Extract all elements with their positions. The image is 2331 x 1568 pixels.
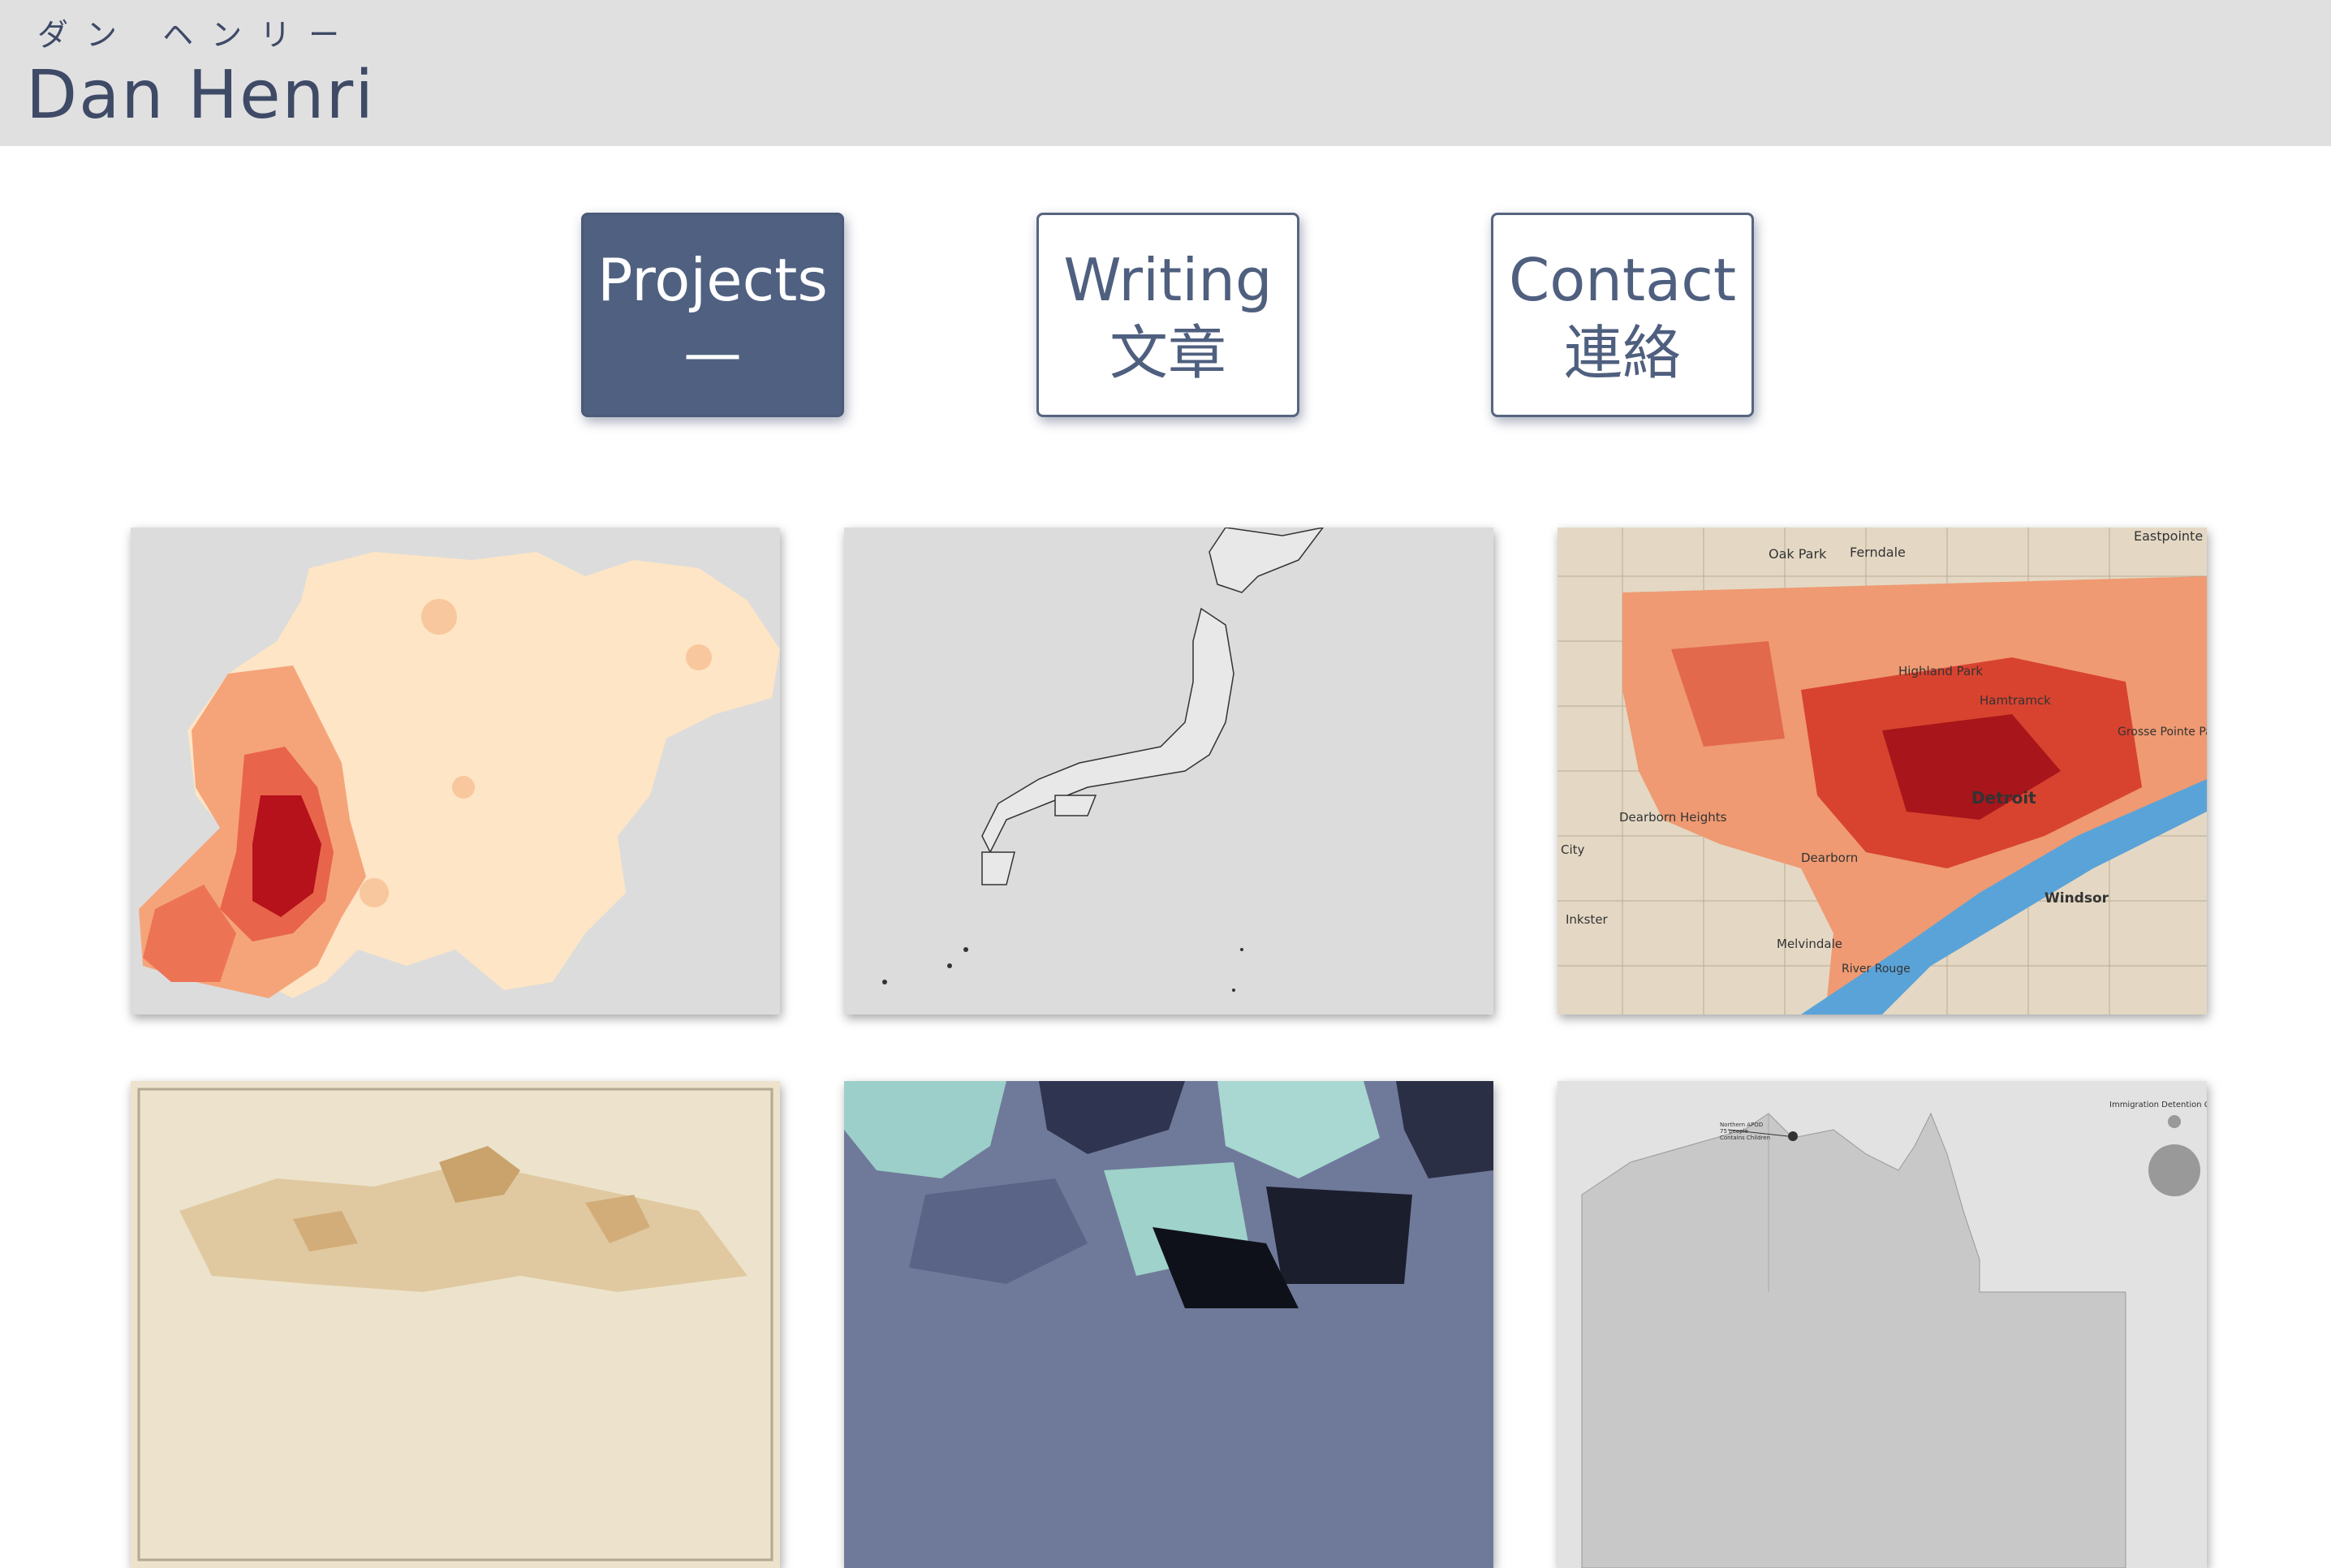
project-card-detroit-map[interactable]: Oak Park Ferndale Eastpointe Highland Pa… — [1558, 528, 2207, 1014]
nav-writing-sublabel: 文章 — [1109, 319, 1226, 387]
site-name-furigana: ダン ヘンリー — [37, 17, 358, 53]
nav-projects-sublabel: — — [683, 319, 742, 387]
relief-map-image — [131, 1081, 780, 1568]
nav-contact-sublabel: 連絡 — [1563, 319, 1681, 387]
blue-choropleth-map-image — [844, 1081, 1493, 1568]
nav-contact-label: Contact — [1508, 246, 1737, 314]
site-header: ダン ヘンリー Dan Henri — [0, 0, 2331, 146]
nav-projects-button[interactable]: Projects — — [581, 213, 844, 417]
australia-legend-title: Immigration Detention Centr — [2109, 1101, 2207, 1109]
nav-projects-label: Projects — [597, 246, 828, 314]
detroit-label-river-rouge: River Rouge — [1842, 963, 1911, 976]
detroit-label-ferndale: Ferndale — [1850, 545, 1906, 560]
site-name[interactable]: Dan Henri — [26, 55, 375, 136]
project-card-regional-choropleth[interactable] — [131, 528, 780, 1014]
australia-detention-map-image: Immigration Detention Centr Northern APO… — [1558, 1081, 2207, 1568]
australia-annotation-count: 75 people — [1720, 1128, 1748, 1135]
detroit-choropleth-map-image: Oak Park Ferndale Eastpointe Highland Pa… — [1558, 528, 2207, 1014]
detroit-label-melvindale: Melvindale — [1777, 937, 1842, 951]
detroit-label-city: City — [1561, 842, 1585, 857]
detroit-label-hamtramck: Hamtramck — [1980, 693, 2051, 708]
australia-annotation-name: Northern APOD — [1720, 1122, 1763, 1128]
detroit-label-oak-park: Oak Park — [1769, 546, 1827, 562]
nav-writing-label: Writing — [1063, 246, 1273, 314]
regional-choropleth-map-image — [131, 528, 780, 1014]
japan-municipalities-map-image — [844, 528, 1493, 1014]
nav-contact-button[interactable]: Contact 連絡 — [1491, 213, 1754, 417]
detroit-label-grosse-pointe: Grosse Pointe Pa — [2118, 726, 2207, 739]
detroit-label-inkster: Inkster — [1566, 912, 1609, 927]
detroit-label-dearborn: Dearborn — [1801, 851, 1858, 865]
detroit-label-dearborn-heights: Dearborn Heights — [1619, 810, 1727, 825]
detroit-label-highland-park: Highland Park — [1898, 664, 1983, 678]
detroit-label-eastpointe: Eastpointe — [2134, 528, 2203, 544]
project-card-japan-map[interactable] — [844, 528, 1493, 1014]
nav-writing-button[interactable]: Writing 文章 — [1036, 213, 1299, 417]
project-card-australia-map[interactable]: Immigration Detention Centr Northern APO… — [1558, 1081, 2207, 1568]
project-card-relief-map[interactable] — [131, 1081, 780, 1568]
project-card-blue-choropleth[interactable] — [844, 1081, 1493, 1568]
australia-annotation-children: Contains Children — [1720, 1135, 1770, 1141]
detroit-label-windsor: Windsor — [2044, 890, 2109, 907]
detroit-label-detroit: Detroit — [1971, 788, 2036, 808]
